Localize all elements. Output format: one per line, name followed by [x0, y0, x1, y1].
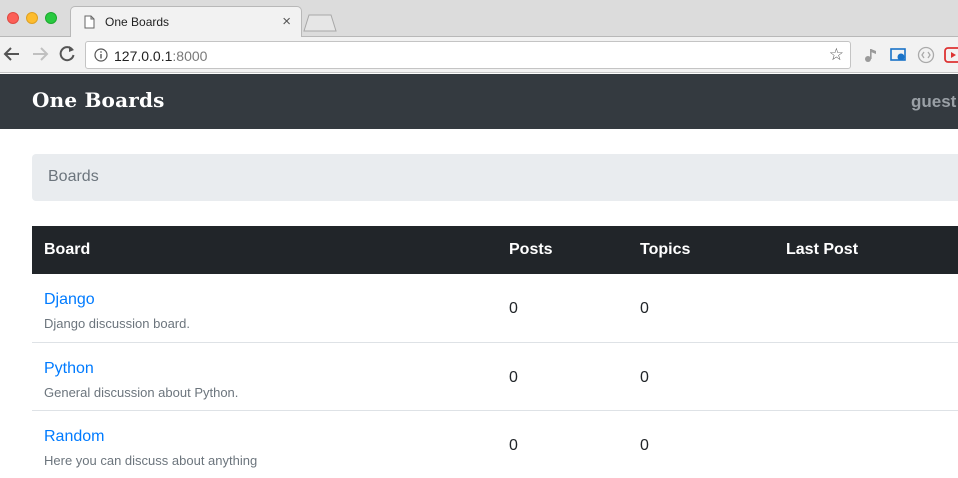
table-row: Python General discussion about Python. …	[32, 342, 958, 410]
video-extension-icon[interactable]	[944, 46, 958, 64]
address-bar[interactable]: 127.0.0.1:8000 ☆	[85, 41, 851, 69]
zoom-window-button[interactable]	[45, 12, 57, 24]
board-link-python[interactable]: Python	[44, 360, 94, 378]
board-link-random[interactable]: Random	[44, 428, 104, 446]
table-row: Random Here you can discuss about anythi…	[32, 410, 958, 478]
column-header-posts: Posts	[509, 241, 553, 258]
url-host: 127.0.0.1	[114, 48, 173, 64]
column-header-board: Board	[44, 241, 91, 258]
brand-logo[interactable]: One Boards	[32, 88, 165, 112]
bookmark-star-icon[interactable]: ☆	[829, 45, 844, 65]
minimize-window-button[interactable]	[26, 12, 38, 24]
browser-toolbar: 127.0.0.1:8000 ☆	[0, 37, 958, 73]
topics-count: 0	[640, 437, 649, 454]
column-header-last-post: Last Post	[786, 241, 859, 258]
board-description: Here you can discuss about anything	[44, 453, 258, 468]
url-port: :8000	[172, 48, 208, 64]
code-extension-icon[interactable]	[917, 46, 935, 64]
back-arrow-icon[interactable]	[2, 44, 22, 64]
table-row: Django Django discussion board. 0 0	[32, 274, 958, 342]
boards-table-header: Board Posts Topics Last Post	[32, 226, 958, 274]
tab-close-icon[interactable]: ×	[282, 13, 291, 30]
posts-count: 0	[509, 369, 518, 386]
topics-count: 0	[640, 369, 649, 386]
breadcrumb-item-boards: Boards	[48, 168, 99, 185]
column-header-topics: Topics	[640, 241, 691, 258]
reload-icon[interactable]	[57, 44, 77, 64]
posts-count: 0	[509, 300, 518, 317]
info-icon[interactable]	[94, 48, 108, 62]
browser-tab-bar: One Boards ×	[0, 0, 958, 37]
music-extension-icon[interactable]	[862, 46, 880, 64]
screen-capture-extension-icon[interactable]	[890, 46, 908, 64]
close-window-button[interactable]	[7, 12, 19, 24]
board-description: General discussion about Python.	[44, 385, 239, 400]
browser-tab[interactable]: One Boards ×	[70, 6, 302, 37]
posts-count: 0	[509, 437, 518, 454]
board-description: Django discussion board.	[44, 316, 190, 331]
tab-title: One Boards	[105, 15, 170, 29]
forward-arrow-icon[interactable]	[30, 44, 50, 64]
app-navbar: One Boards guest	[0, 74, 958, 129]
board-link-django[interactable]: Django	[44, 291, 95, 309]
topics-count: 0	[640, 300, 649, 317]
user-menu[interactable]: guest	[911, 92, 956, 112]
breadcrumb: Boards	[32, 154, 958, 201]
new-tab-button[interactable]	[303, 14, 337, 32]
url-text: 127.0.0.1:8000	[114, 48, 207, 64]
page-icon	[84, 15, 95, 29]
